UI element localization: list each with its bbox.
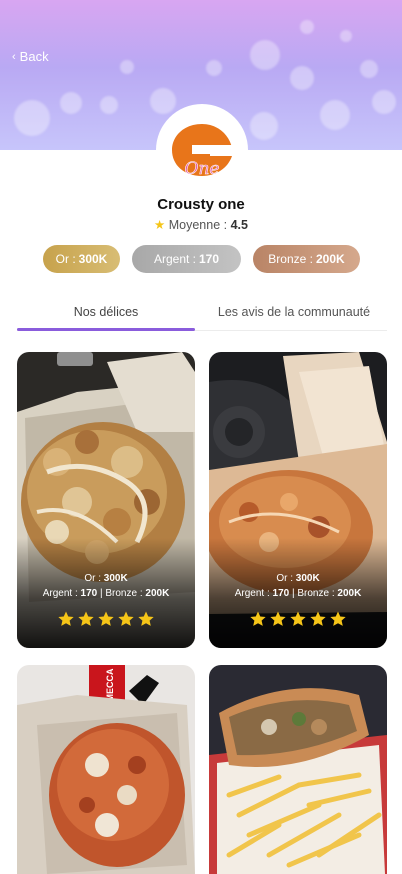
rating-label: Moyenne : bbox=[168, 218, 228, 232]
card-argent-value: 170 bbox=[80, 588, 98, 599]
star-icon bbox=[58, 611, 74, 626]
or-label: Or : bbox=[55, 252, 76, 266]
chevron-left-icon: ‹ bbox=[12, 50, 16, 63]
star-icon bbox=[270, 611, 286, 626]
dish-card[interactable] bbox=[209, 665, 387, 874]
crousty-logo-icon: One bbox=[172, 124, 232, 179]
logo-text: One bbox=[185, 159, 220, 179]
argent-label: Argent : bbox=[153, 252, 196, 266]
back-button[interactable]: ‹ Back bbox=[12, 49, 49, 64]
dish-card[interactable]: Or : 300K Argent : 170 | Bronze : 200K bbox=[209, 352, 387, 648]
rating: ★ Moyenne : 4.5 bbox=[0, 217, 402, 232]
card-or-value: 300K bbox=[295, 573, 320, 584]
dish-card[interactable]: MECCA bbox=[17, 665, 195, 874]
card-bronze-label: Bronze : bbox=[105, 588, 143, 599]
card-argent-label: Argent : bbox=[42, 588, 78, 599]
card-prices: Or : 300K Argent : 170 | Bronze : 200K bbox=[209, 571, 387, 601]
card-argent-value: 170 bbox=[272, 588, 290, 599]
star-icon bbox=[138, 611, 154, 626]
card-or-label: Or : bbox=[276, 573, 293, 584]
restaurant-name: Crousty one bbox=[157, 196, 245, 213]
active-tab-indicator bbox=[17, 328, 195, 331]
star-icon bbox=[310, 611, 326, 626]
card-star-rating bbox=[209, 610, 387, 628]
card-or-label: Or : bbox=[84, 573, 101, 584]
rating-value: 4.5 bbox=[230, 218, 248, 232]
card-or-value: 300K bbox=[103, 573, 128, 584]
back-label: Back bbox=[19, 49, 49, 64]
bronze-value: 200K bbox=[316, 252, 345, 266]
card-argent-label: Argent : bbox=[234, 588, 270, 599]
star-icon bbox=[330, 611, 346, 626]
tab-avis-communaute[interactable]: Les avis de la communauté bbox=[200, 305, 388, 319]
dish-card[interactable]: Or : 300K Argent : 170 | Bronze : 200K bbox=[17, 352, 195, 648]
argent-value: 170 bbox=[199, 252, 220, 266]
tab-bar: Nos délices Les avis de la communauté bbox=[0, 305, 402, 333]
card-bronze-value: 200K bbox=[337, 588, 362, 599]
tab-nos-delices[interactable]: Nos délices bbox=[17, 305, 195, 319]
bronze-label: Bronze : bbox=[268, 252, 313, 266]
or-value: 300K bbox=[78, 252, 108, 266]
dish-photo bbox=[209, 665, 387, 874]
cup-label: MECCA bbox=[105, 668, 115, 701]
star-icon bbox=[98, 611, 114, 626]
price-pills: Or : 300K Argent : 170 Bronze : 200K bbox=[0, 245, 402, 273]
star-icon bbox=[250, 611, 266, 626]
card-prices: Or : 300K Argent : 170 | Bronze : 200K bbox=[17, 571, 195, 601]
card-star-rating bbox=[17, 610, 195, 628]
card-bronze-value: 200K bbox=[145, 588, 170, 599]
star-icon bbox=[290, 611, 306, 626]
restaurant-logo: One bbox=[156, 104, 248, 196]
or-price-pill: Or : 300K bbox=[43, 245, 120, 273]
star-icon bbox=[78, 611, 94, 626]
bronze-price-pill: Bronze : 200K bbox=[253, 245, 360, 273]
card-bronze-label: Bronze : bbox=[297, 588, 335, 599]
argent-price-pill: Argent : 170 bbox=[132, 245, 241, 273]
star-icon: ★ bbox=[154, 218, 166, 232]
dish-photo: MECCA bbox=[17, 665, 195, 874]
star-icon bbox=[118, 611, 134, 626]
